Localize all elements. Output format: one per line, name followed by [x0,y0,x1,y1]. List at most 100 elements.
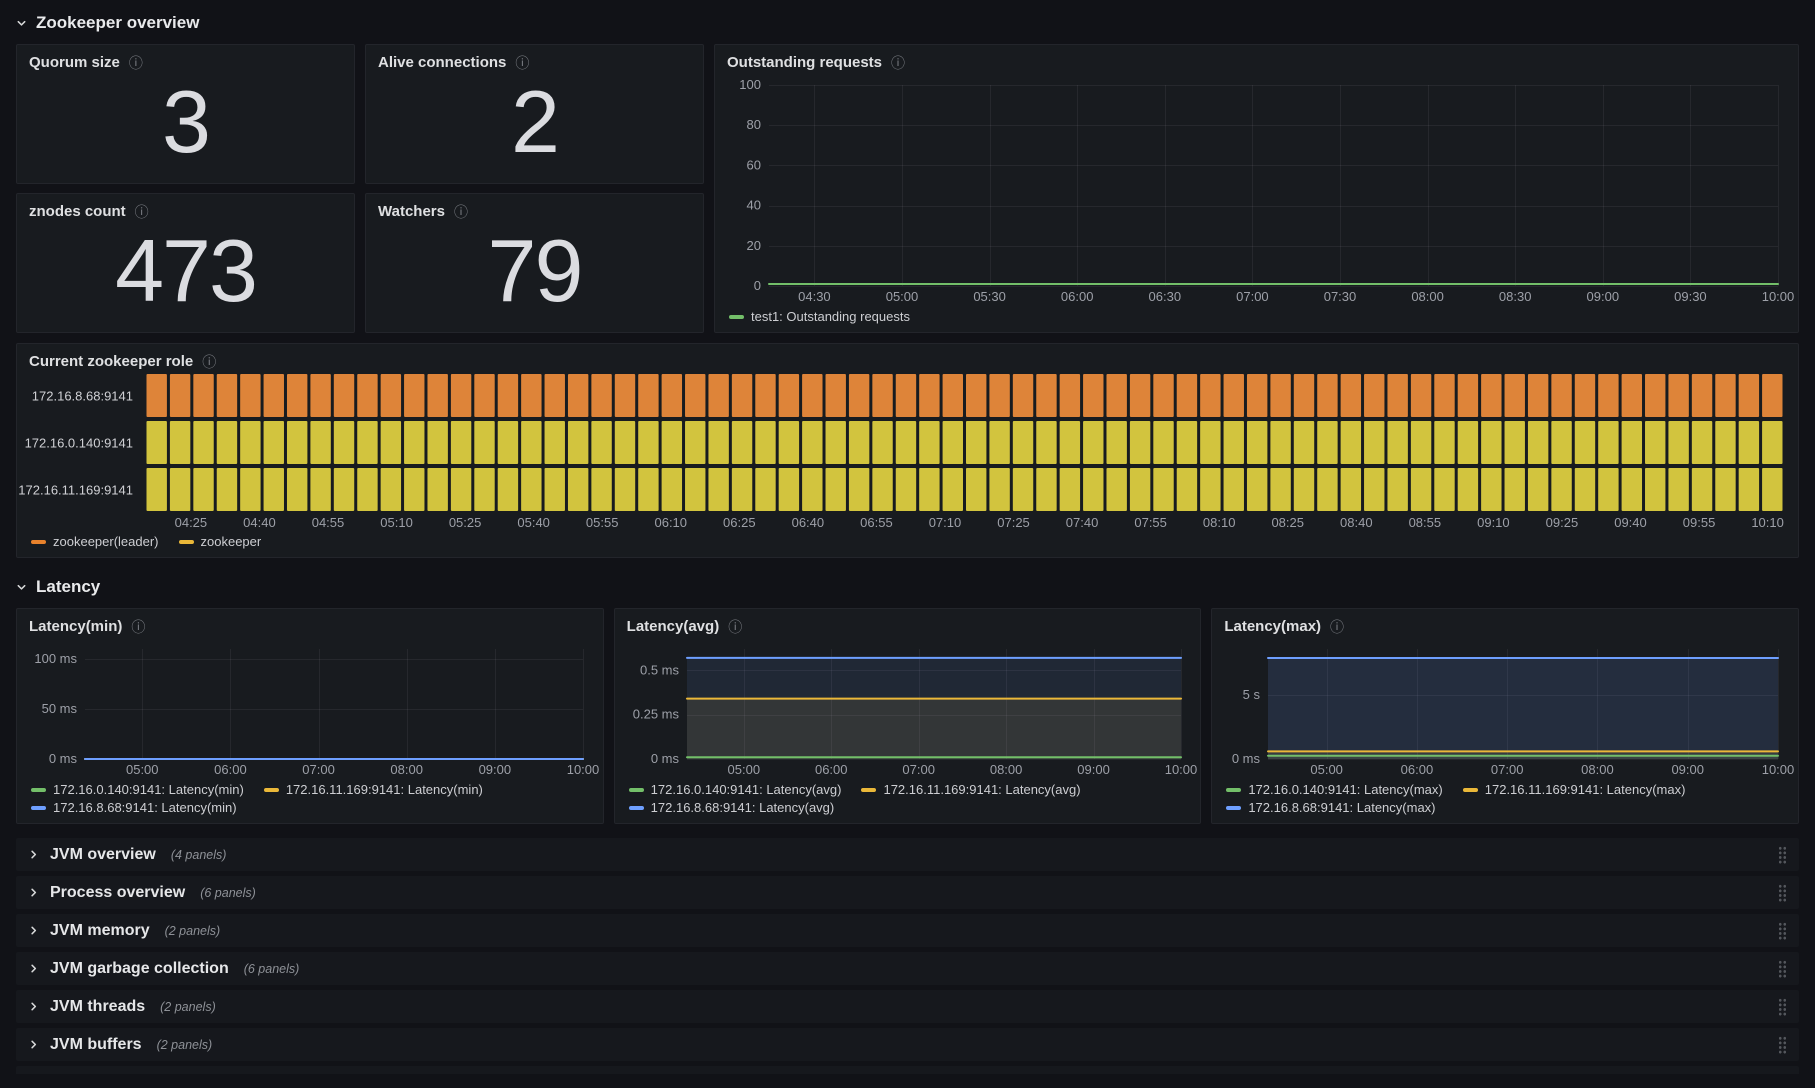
legend-item[interactable]: 172.16.0.140:9141: Latency(max) [1226,782,1443,797]
row-jvm-overview[interactable]: JVM overview (4 panels) [16,838,1799,871]
panel-latency-max: Latency(max) ⓘ 05:00 06:00 07:00 08:00 09:00… [1211,608,1799,824]
row-panel-count: (2 panels) [164,923,221,938]
panel-title[interactable]: Outstanding requests [727,54,882,71]
svg-text:06:00: 06:00 [214,762,247,777]
svg-text:08:55: 08:55 [1409,515,1442,530]
stat-panel-znodes-count: znodes count ⓘ 473 [16,193,355,333]
info-icon[interactable]: ⓘ [129,56,143,70]
legend: 172.16.0.140:9141: Latency(avg) 172.16.1… [615,779,1201,823]
latency-max-chart[interactable]: 05:00 06:00 07:00 08:00 09:00 10:00 0 ms 5 s [1222,639,1795,779]
legend-item[interactable]: 172.16.11.169:9141: Latency(max) [1462,782,1685,797]
svg-text:80: 80 [747,117,761,132]
svg-text:08:00: 08:00 [1411,289,1444,304]
legend-item[interactable]: 172.16.8.68:9141: Latency(max) [1226,800,1436,815]
svg-text:08:00: 08:00 [990,762,1023,777]
info-icon[interactable]: ⓘ [515,56,529,70]
stat-panels-grid: Quorum size ⓘ 3 Alive connections ⓘ 2 zn… [16,44,704,333]
row-title: JVM buffers [50,1035,142,1053]
legend-label: 172.16.8.68:9141: Latency(avg) [650,800,835,815]
row-panel-count: (6 panels) [243,961,300,976]
legend-item[interactable]: zookeeper [178,534,261,549]
info-icon[interactable]: ⓘ [728,620,742,634]
info-icon[interactable]: ⓘ [1330,620,1344,634]
panel-title[interactable]: Current zookeeper role [29,353,193,370]
row-panel-count: (2 panels) [156,1037,213,1052]
row-jvm-buffers[interactable]: JVM buffers (2 panels) [16,1028,1799,1061]
legend: test1: Outstanding requests [715,306,1798,332]
legend-label: 172.16.11.169:9141: Latency(avg) [883,782,1081,797]
legend-item[interactable]: test1: Outstanding requests [729,309,910,324]
svg-text:50 ms: 50 ms [42,701,78,716]
svg-text:04:55: 04:55 [312,515,345,530]
legend-swatch [729,314,744,319]
legend-label: 172.16.0.140:9141: Latency(avg) [650,782,842,797]
outstanding-requests-chart[interactable]: 04:30 05:00 05:30 06:00 06:30 07:00 07:30 08:00… [725,75,1794,306]
legend-item[interactable]: 172.16.0.140:9141: Latency(min) [31,782,244,797]
stat-value: 2 [511,72,560,171]
svg-text:05:55: 05:55 [586,515,619,530]
legend-swatch [1462,787,1478,792]
row-title: JVM garbage collection [50,959,229,977]
panel-header: Current zookeeper role ⓘ [17,344,1798,372]
svg-text:172.16.8.68:9141: 172.16.8.68:9141 [32,389,133,404]
drag-handle-icon[interactable] [1778,883,1787,902]
info-icon[interactable]: ⓘ [454,205,468,219]
legend-item[interactable]: 172.16.8.68:9141: Latency(min) [31,800,237,815]
drag-handle-icon[interactable] [1778,1035,1787,1054]
info-icon[interactable]: ⓘ [891,56,905,70]
svg-text:09:25: 09:25 [1546,515,1579,530]
svg-text:06:25: 06:25 [723,515,756,530]
row-panel-count: (2 panels) [160,999,216,1014]
section-header-latency[interactable]: Latency [16,572,1799,602]
legend-swatch [628,805,644,810]
svg-text:09:00: 09:00 [1077,762,1110,777]
info-icon[interactable]: ⓘ [202,355,216,369]
panel-title[interactable]: Alive connections [378,54,506,71]
panel-title[interactable]: Latency(avg) [627,618,720,635]
legend-item[interactable]: 172.16.8.68:9141: Latency(avg) [628,800,835,815]
drag-handle-icon[interactable] [1778,959,1787,978]
panel-current-zookeeper-role: Current zookeeper role ⓘ 172.16.8.68:914… [16,343,1799,558]
svg-text:10:00: 10:00 [1762,762,1795,777]
info-icon[interactable]: ⓘ [135,205,149,219]
svg-text:0.5 ms: 0.5 ms [640,662,680,677]
chevron-down-icon [17,20,26,26]
svg-text:08:40: 08:40 [1340,515,1373,530]
legend-swatch [263,787,279,792]
panel-title[interactable]: Quorum size [29,54,120,71]
svg-text:06:55: 06:55 [860,515,893,530]
panel-title[interactable]: Latency(max) [1224,618,1321,635]
legend-item[interactable]: 172.16.0.140:9141: Latency(avg) [628,782,842,797]
latency-min-chart[interactable]: 05:00 06:00 07:00 08:00 09:00 10:00 0 ms 50 ms 1… [27,639,599,779]
row-jvm-garbage-collection[interactable]: JVM garbage collection (6 panels) [16,952,1799,985]
svg-text:05:25: 05:25 [449,515,482,530]
svg-text:09:10: 09:10 [1477,515,1510,530]
legend-item[interactable]: 172.16.11.169:9141: Latency(avg) [861,782,1081,797]
svg-text:06:00: 06:00 [1061,289,1094,304]
zookeeper-role-timeline[interactable]: 172.16.8.68:9141 172.16.0.140:9141 172.16.… [18,374,1788,531]
legend: 172.16.0.140:9141: Latency(max) 172.16.1… [1212,779,1798,823]
legend-item[interactable]: 172.16.11.169:9141: Latency(min) [263,782,483,797]
drag-handle-icon[interactable] [1778,845,1787,864]
svg-text:06:00: 06:00 [1401,762,1434,777]
svg-text:10:10: 10:10 [1751,515,1784,530]
svg-text:08:10: 08:10 [1203,515,1236,530]
panel-title[interactable]: Latency(min) [29,618,122,635]
svg-text:10:00: 10:00 [567,762,600,777]
chevron-right-icon [31,850,37,859]
svg-text:09:00: 09:00 [1672,762,1705,777]
latency-avg-chart[interactable]: 05:00 06:00 07:00 08:00 09:00 10:00 0 ms 0.25 m… [625,639,1197,779]
row-jvm-memory[interactable]: JVM memory (2 panels) [16,914,1799,947]
drag-handle-icon[interactable] [1778,921,1787,940]
panel-title[interactable]: Watchers [378,203,445,220]
svg-text:07:10: 07:10 [929,515,962,530]
info-icon[interactable]: ⓘ [131,620,145,634]
section-header-zookeeper-overview[interactable]: Zookeeper overview [16,8,1799,38]
row-jvm-threads[interactable]: JVM threads (2 panels) [16,990,1799,1023]
legend-swatch [1226,805,1242,810]
legend-item[interactable]: zookeeper(leader) [31,534,159,549]
drag-handle-icon[interactable] [1778,997,1787,1016]
svg-text:07:25: 07:25 [997,515,1030,530]
row-process-overview[interactable]: Process overview (6 panels) [16,876,1799,909]
panel-title[interactable]: znodes count [29,203,126,220]
